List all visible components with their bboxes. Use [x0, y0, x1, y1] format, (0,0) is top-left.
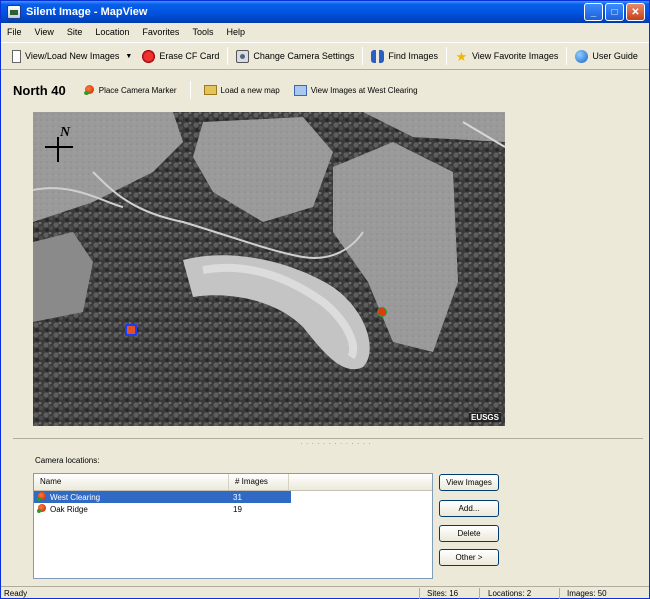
binoculars-icon: [371, 49, 385, 63]
erase-icon: [142, 49, 156, 63]
other-options-button[interactable]: Other >: [439, 549, 499, 566]
location-image-count: 31: [233, 492, 242, 502]
location-name: Oak Ridge: [50, 504, 88, 514]
change-camera-settings-button[interactable]: Change Camera Settings: [231, 48, 359, 65]
camera-icon: [236, 49, 250, 63]
toolbar-separator: [227, 47, 229, 65]
app-window: Silent Image - MapView _ □ ✕ File View S…: [0, 0, 650, 599]
menu-location[interactable]: Location: [93, 26, 131, 38]
toolbar-separator: [566, 47, 568, 65]
place-camera-marker-button[interactable]: Place Camera Marker: [80, 83, 181, 98]
change-camera-label: Change Camera Settings: [253, 51, 355, 61]
camera-locations-list[interactable]: Name # Images West Clearing 31 Oak Ridge…: [33, 473, 433, 579]
window-title: Silent Image - MapView: [26, 6, 148, 18]
oak-ridge-marker[interactable]: [378, 308, 386, 316]
menu-bar: File View Site Location Favorites Tools …: [1, 23, 649, 41]
list-header: Name # Images: [34, 474, 432, 491]
toolbar-separator: [445, 47, 447, 65]
user-guide-label: User Guide: [592, 51, 638, 61]
view-images-at-label: View Images at West Clearing: [310, 85, 418, 95]
aerial-map[interactable]: N EUSGS: [33, 112, 505, 426]
user-guide-button[interactable]: User Guide: [570, 48, 643, 65]
map-source-label: EUSGS: [468, 413, 501, 422]
column-header-name[interactable]: Name: [34, 474, 229, 490]
camera-marker-icon: [83, 84, 95, 96]
erase-cf-label: Erase CF Card: [159, 51, 220, 61]
toolbar-separator: [189, 81, 191, 99]
status-images: Images: 50: [567, 588, 607, 598]
status-separator: [559, 588, 560, 599]
view-load-label: View/Load New Images: [25, 51, 120, 61]
location-image-count: 19: [233, 504, 242, 514]
camera-marker-icon: [37, 492, 47, 502]
aerial-photo: N: [33, 112, 505, 426]
status-separator: [479, 588, 480, 599]
view-images-button[interactable]: View Images: [439, 474, 499, 491]
image-view-icon: [293, 84, 307, 96]
menu-file[interactable]: File: [5, 26, 24, 38]
cell-name: Oak Ridge: [34, 504, 233, 514]
toolbar-separator: [362, 47, 364, 65]
map-title: North 40: [13, 82, 66, 98]
find-images-button[interactable]: Find Images: [366, 48, 443, 65]
list-item[interactable]: West Clearing 31: [34, 491, 291, 503]
delete-location-button[interactable]: Delete: [439, 525, 499, 542]
camera-locations-label: Camera locations:: [35, 456, 100, 465]
panel-divider: [13, 438, 643, 439]
minimize-button[interactable]: _: [584, 3, 603, 21]
window-controls: _ □ ✕: [584, 3, 645, 21]
load-new-map-button[interactable]: Load a new map: [200, 83, 284, 97]
svg-text:N: N: [59, 125, 71, 140]
menu-view[interactable]: View: [33, 26, 56, 38]
cell-name: West Clearing: [34, 492, 233, 502]
view-favorite-images-button[interactable]: ★ View Favorite Images: [450, 48, 563, 65]
chevron-down-icon[interactable]: ▼: [125, 53, 132, 60]
status-ready: Ready: [4, 588, 28, 598]
app-icon: [7, 5, 21, 19]
map-toolbar: North 40 Place Camera Marker Load a new …: [5, 73, 645, 107]
view-favorites-label: View Favorite Images: [471, 51, 559, 61]
splitter-handle[interactable]: · · · · · · · · · · · · ·: [291, 441, 381, 447]
title-bar[interactable]: Silent Image - MapView _ □ ✕: [1, 1, 649, 23]
folder-icon: [203, 85, 217, 95]
load-map-label: Load a new map: [220, 85, 280, 95]
status-bar: Ready Sites: 16 Locations: 2 Images: 50: [1, 586, 649, 599]
status-sites: Sites: 16: [427, 588, 459, 598]
camera-marker-icon: [37, 504, 47, 514]
main-toolbar: View/Load New Images ▼ Erase CF Card Cha…: [1, 42, 649, 70]
maximize-button[interactable]: □: [605, 3, 624, 21]
column-header-images[interactable]: # Images: [229, 474, 289, 490]
help-globe-icon: [575, 49, 589, 63]
menu-favorites[interactable]: Favorites: [140, 26, 181, 38]
menu-tools[interactable]: Tools: [190, 26, 215, 38]
erase-cf-card-button[interactable]: Erase CF Card: [137, 48, 224, 65]
menu-site[interactable]: Site: [65, 26, 85, 38]
place-marker-label: Place Camera Marker: [98, 85, 177, 95]
location-name: West Clearing: [50, 492, 101, 502]
close-button[interactable]: ✕: [626, 3, 645, 21]
memory-card-icon: [12, 49, 21, 63]
view-images-at-location-button[interactable]: View Images at West Clearing: [290, 83, 422, 98]
menu-help[interactable]: Help: [224, 26, 247, 38]
west-clearing-marker[interactable]: [125, 324, 137, 336]
find-images-label: Find Images: [388, 51, 438, 61]
star-icon: ★: [455, 48, 468, 64]
view-load-images-button[interactable]: View/Load New Images ▼: [7, 48, 137, 65]
status-separator: [419, 588, 420, 599]
list-item[interactable]: Oak Ridge 19: [34, 503, 432, 515]
add-location-button[interactable]: Add...: [439, 500, 499, 517]
status-locations: Locations: 2: [488, 588, 532, 598]
